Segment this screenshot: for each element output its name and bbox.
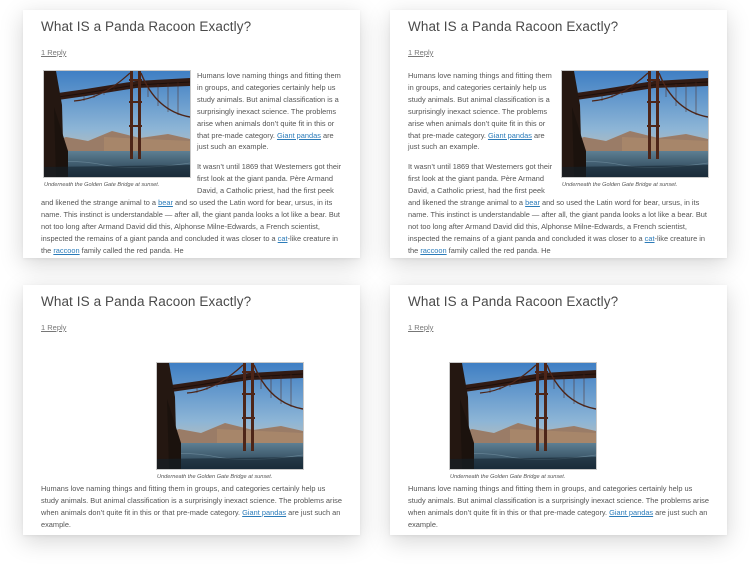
image-caption: Underneath the Golden Gate Bridge at sun… [44, 182, 160, 188]
raccoon-link[interactable]: raccoon [53, 246, 79, 255]
post-body: Underneath the Golden Gate Bridge at sun… [41, 70, 342, 258]
post-body: Humans love naming things and fitting th… [408, 483, 709, 535]
paragraph-intro: Humans love naming things and fitting th… [41, 484, 342, 529]
cat-link[interactable]: cat [645, 234, 655, 243]
giant-pandas-link[interactable]: Giant pandas [609, 508, 653, 517]
post-figure: Underneath the Golden Gate Bridge at sun… [449, 362, 597, 482]
cat-link[interactable]: cat [278, 234, 288, 243]
raccoon-link[interactable]: raccoon [420, 246, 446, 255]
image-caption: Underneath the Golden Gate Bridge at sun… [562, 182, 678, 188]
reply-link[interactable]: 1 Reply [408, 48, 433, 57]
post-figure: Underneath the Golden Gate Bridge at sun… [156, 362, 304, 482]
bear-link[interactable]: bear [525, 198, 540, 207]
post-title[interactable]: What IS a Panda Racoon Exactly? [41, 294, 251, 309]
post-body: Underneath the Golden Gate Bridge at sun… [408, 70, 709, 258]
reply-link[interactable]: 1 Reply [41, 323, 66, 332]
paragraph-intro: Humans love naming things and fitting th… [408, 484, 709, 529]
post-card-image-left: What IS a Panda Racoon Exactly? 1 Reply … [23, 10, 360, 258]
golden-gate-photo[interactable] [449, 362, 597, 470]
golden-gate-photo[interactable] [43, 70, 191, 178]
image-caption: Underneath the Golden Gate Bridge at sun… [450, 474, 566, 480]
giant-pandas-link[interactable]: Giant pandas [242, 508, 286, 517]
bear-link[interactable]: bear [158, 198, 173, 207]
giant-pandas-link[interactable]: Giant pandas [277, 131, 321, 140]
post-body: Humans love naming things and fitting th… [41, 483, 342, 535]
image-caption: Underneath the Golden Gate Bridge at sun… [157, 474, 273, 480]
reply-link[interactable]: 1 Reply [41, 48, 66, 57]
post-figure: Underneath the Golden Gate Bridge at sun… [561, 70, 709, 190]
giant-pandas-link[interactable]: Giant pandas [488, 131, 532, 140]
reply-link[interactable]: 1 Reply [408, 323, 433, 332]
post-card-image-right: What IS a Panda Racoon Exactly? 1 Reply … [390, 10, 727, 258]
post-title[interactable]: What IS a Panda Racoon Exactly? [41, 19, 251, 34]
golden-gate-photo[interactable] [561, 70, 709, 178]
post-title[interactable]: What IS a Panda Racoon Exactly? [408, 294, 618, 309]
post-card-image-center: What IS a Panda Racoon Exactly? 1 Reply … [23, 285, 360, 535]
post-figure: Underneath the Golden Gate Bridge at sun… [43, 70, 191, 190]
post-card-image-none-align: What IS a Panda Racoon Exactly? 1 Reply … [390, 285, 727, 535]
post-title[interactable]: What IS a Panda Racoon Exactly? [408, 19, 618, 34]
golden-gate-photo[interactable] [156, 362, 304, 470]
